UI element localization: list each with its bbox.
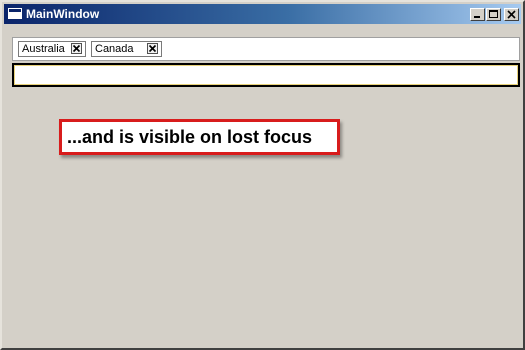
callout-text: ...and is visible on lost focus (67, 127, 313, 147)
maximize-icon (489, 10, 498, 18)
tag-remove-button[interactable] (71, 43, 82, 54)
close-icon (148, 44, 157, 53)
title-bar[interactable]: MainWindow (4, 4, 521, 24)
tag-label: Australia (22, 43, 65, 55)
main-window: MainWindow Australia Canada ...and is vi… (0, 0, 525, 350)
minimize-icon (474, 16, 480, 18)
text-input[interactable] (12, 63, 520, 87)
maximize-button[interactable] (486, 8, 501, 21)
window-title: MainWindow (26, 7, 100, 21)
close-button[interactable] (504, 8, 519, 21)
close-icon (507, 10, 516, 19)
minimize-button[interactable] (470, 8, 485, 21)
window-icon (8, 8, 22, 19)
tag-box[interactable]: Australia Canada (12, 37, 520, 61)
tag-label: Canada (95, 43, 134, 55)
close-icon (72, 44, 81, 53)
annotation-callout: ...and is visible on lost focus (59, 119, 340, 155)
tag-chip: Canada (91, 41, 162, 57)
tag-chip: Australia (18, 41, 86, 57)
tag-remove-button[interactable] (147, 43, 158, 54)
